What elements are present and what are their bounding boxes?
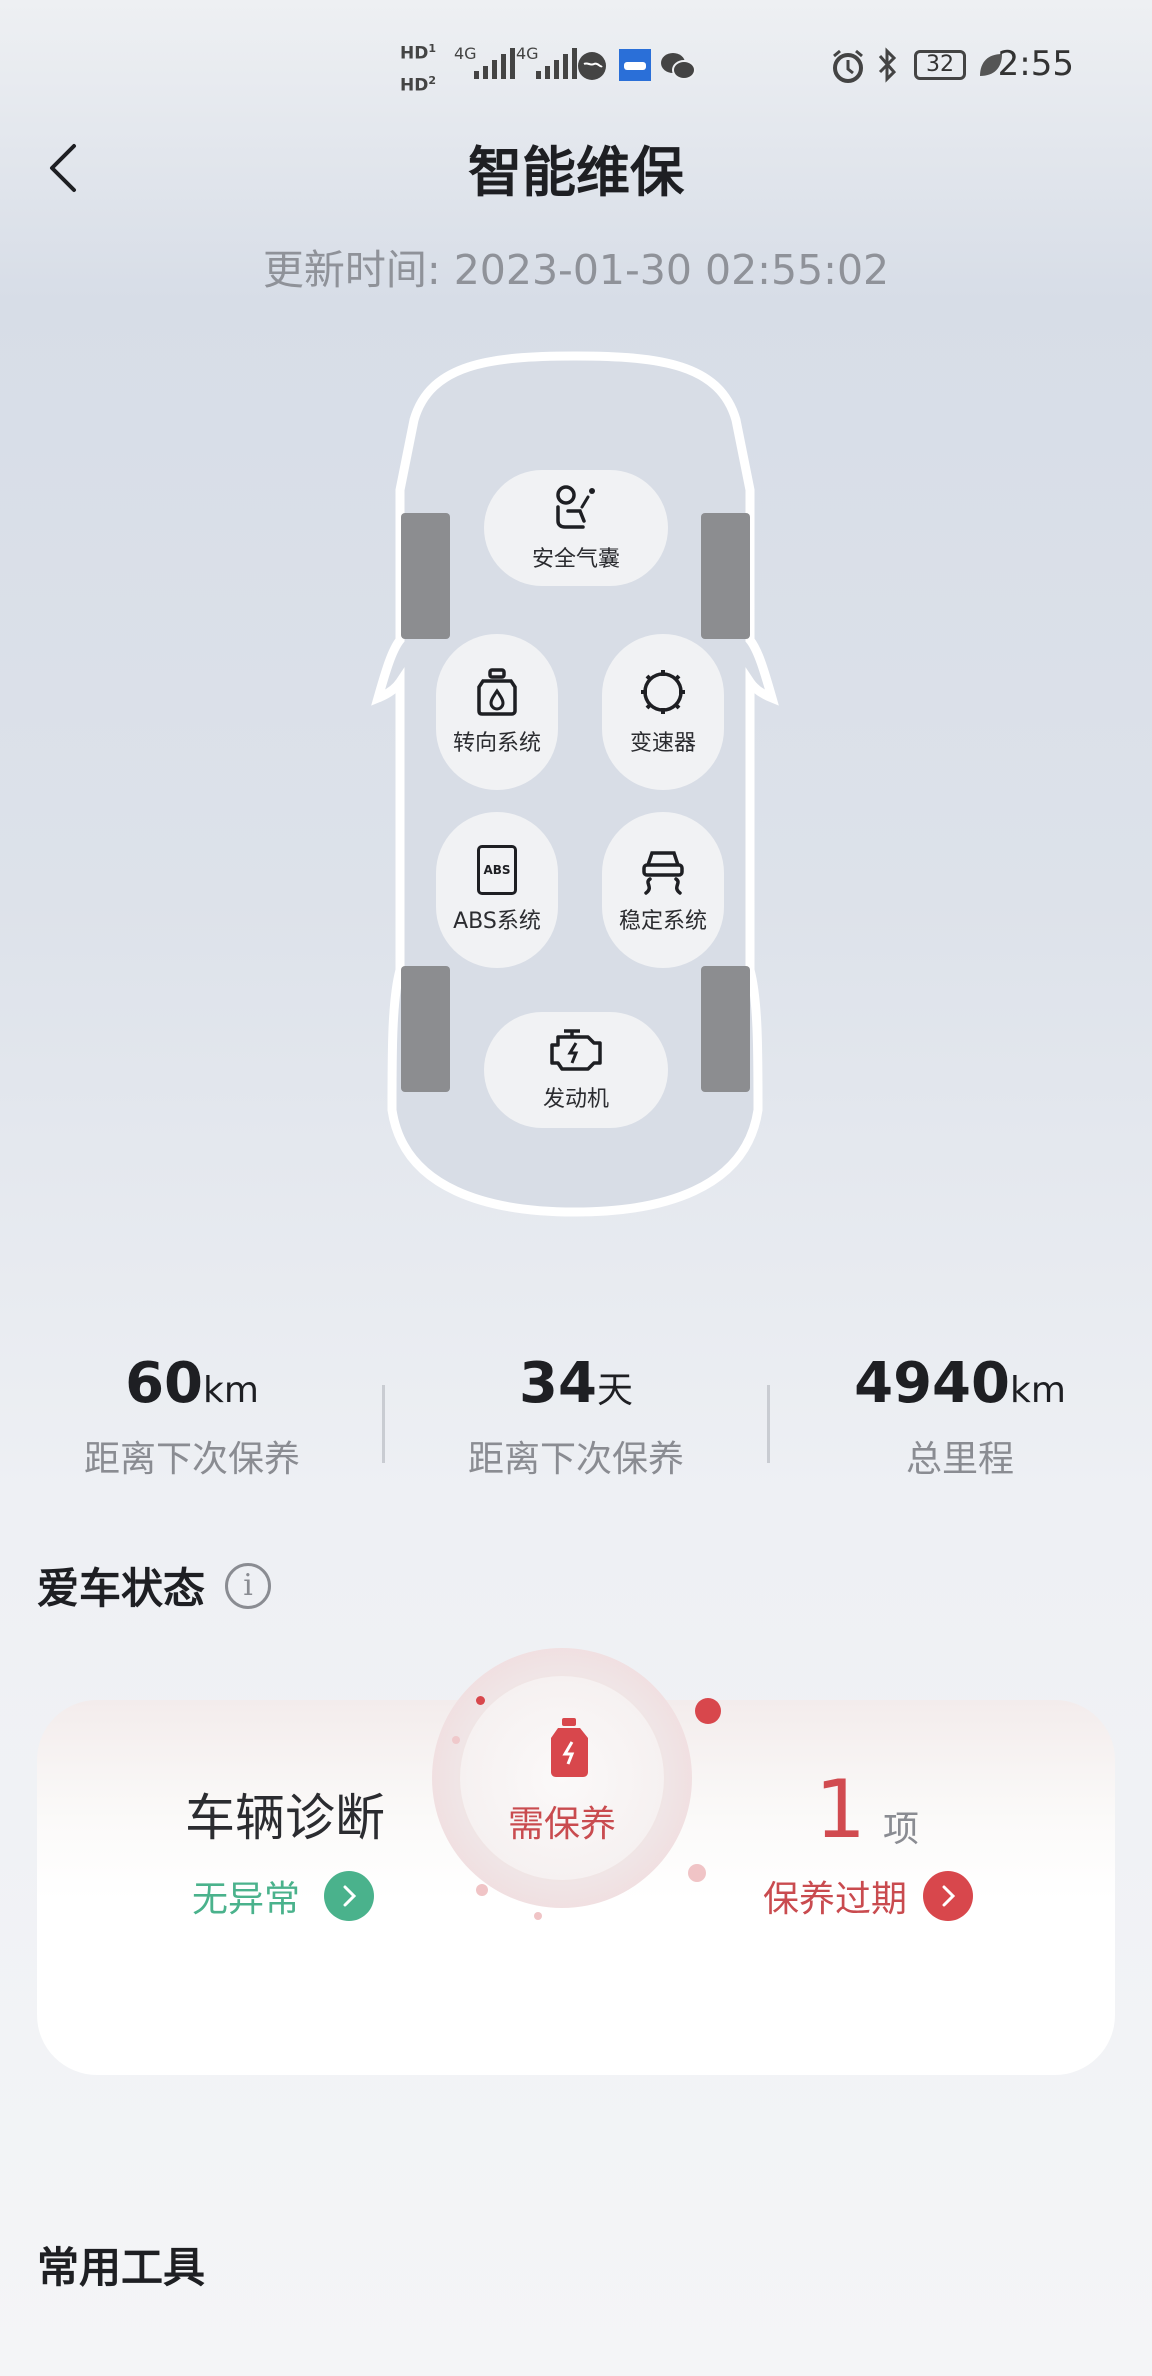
battery-level: 32: [926, 52, 954, 77]
signal-icon: [474, 48, 515, 79]
page-title: 智能维保: [468, 141, 684, 204]
wheel-rear-left: [401, 966, 450, 1092]
stat-total-mileage: 4940km 总里程: [768, 1345, 1152, 1490]
overdue-count-unit: 项: [883, 1809, 920, 1850]
hd1-indicator: HD1: [400, 42, 436, 64]
stat-number: 60: [125, 1351, 203, 1416]
system-engine[interactable]: 发动机: [484, 1012, 668, 1128]
bluetooth-icon: [878, 47, 897, 83]
maintenance-stats: 60km 距离下次保养 34天 距离下次保养 4940km 总里程: [0, 1345, 1152, 1485]
abs-icon-text: ABS: [483, 863, 511, 877]
overdue-count: 1: [815, 1763, 866, 1856]
stat-label: 距离下次保养: [83, 1439, 300, 1480]
clock: 2:55: [997, 44, 1074, 84]
engine-label: 发动机: [542, 1087, 609, 1112]
decor-dot: [534, 1912, 542, 1920]
stat-unit: km: [1009, 1370, 1066, 1411]
signal-icon-2: [536, 48, 577, 79]
wheel-front-left: [401, 513, 450, 639]
decor-dot: [476, 1696, 485, 1705]
system-steering[interactable]: 转向系统: [436, 634, 558, 790]
stability-label: 稳定系统: [618, 909, 707, 934]
diagnosis-arrow-button[interactable]: [324, 1871, 374, 1921]
info-icon-glyph: i: [243, 1568, 253, 1603]
stat-distance-to-service: 60km 距离下次保养: [0, 1345, 384, 1490]
battery-icon: 32: [914, 50, 966, 80]
stat-unit: 天: [596, 1370, 633, 1411]
abs-label: ABS系统: [453, 909, 541, 934]
skid-car-icon: [642, 851, 684, 895]
seat-airbag-icon: [556, 485, 595, 529]
info-icon[interactable]: i: [225, 1563, 271, 1609]
stat-label: 距离下次保养: [467, 1439, 684, 1480]
transmission-label: 变速器: [629, 731, 696, 756]
system-stability[interactable]: 稳定系统: [602, 812, 724, 968]
stat-number: 4940: [854, 1351, 1010, 1416]
stat-value: 4940km: [768, 1345, 1152, 1430]
chevron-right-icon: [343, 1885, 357, 1907]
gear-icon: [641, 670, 685, 714]
hd2-indicator: HD2: [400, 74, 436, 96]
wheel-front-right: [701, 513, 750, 639]
app-notification-icon: [619, 49, 651, 81]
status-bar: HD1 HD2 4G 4G 32 2:55: [0, 30, 1152, 100]
stat-unit: km: [203, 1370, 259, 1411]
abs-icon: ABS: [477, 845, 517, 895]
fluid-bottle-icon: [477, 668, 517, 716]
stat-value: 60km: [0, 1345, 384, 1430]
decor-dot: [452, 1736, 460, 1744]
airbag-label: 安全气囊: [531, 547, 620, 572]
stat-label: 总里程: [905, 1439, 1014, 1480]
update-time: 更新时间: 2023-01-30 02:55:02: [262, 246, 890, 294]
engine-icon: [550, 1029, 602, 1071]
wechat-icon: [661, 53, 696, 80]
diagnosis-status: 无异常: [192, 1879, 301, 1920]
overdue-label: 保养过期: [763, 1879, 908, 1920]
system-transmission[interactable]: 变速器: [602, 634, 724, 790]
browser-icon: [578, 52, 606, 80]
car-status-title: 爱车状态: [37, 1564, 206, 1613]
decor-dot: [476, 1884, 488, 1896]
alarm-icon: [833, 49, 863, 83]
decor-dot: [695, 1698, 721, 1724]
wheel-rear-right: [701, 966, 750, 1092]
diagnosis-title: 车辆诊断: [185, 1789, 385, 1847]
stat-number: 34: [519, 1351, 597, 1416]
need-maintenance-label: 需保养: [507, 1804, 616, 1845]
status-ring-inner: [458, 1674, 666, 1882]
tools-title: 常用工具: [37, 2243, 206, 2292]
system-airbag[interactable]: 安全气囊: [484, 470, 668, 586]
stat-value: 34天: [384, 1345, 768, 1430]
overdue-arrow-button[interactable]: [923, 1871, 973, 1921]
decor-dot: [688, 1864, 706, 1882]
steering-label: 转向系统: [452, 731, 541, 756]
car-diagram: 安全气囊 转向系统 变速器 ABS ABS系统 稳定系统 发动机: [370, 350, 780, 1220]
stat-days-to-service: 34天 距离下次保养: [384, 1345, 768, 1490]
system-abs[interactable]: ABS ABS系统: [436, 812, 558, 968]
oil-bottle-icon: [551, 1718, 588, 1777]
chevron-right-icon: [942, 1885, 956, 1907]
